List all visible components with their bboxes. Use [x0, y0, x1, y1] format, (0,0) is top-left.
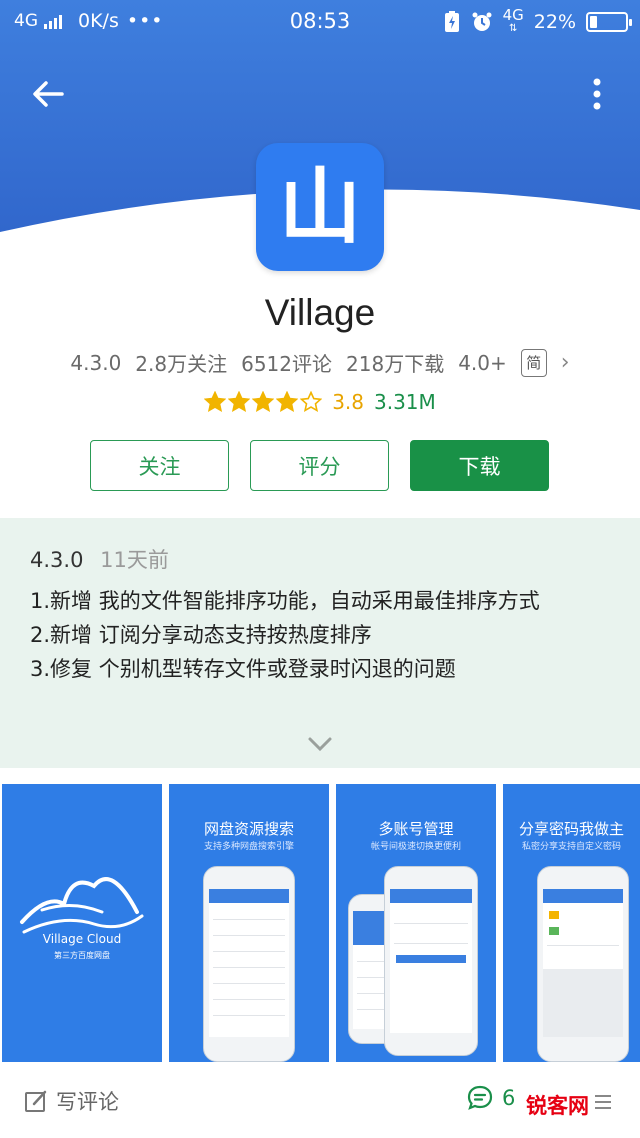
phone-app-bar — [543, 889, 623, 903]
phone-button — [396, 955, 466, 963]
download-button[interactable]: 下载 — [410, 440, 549, 491]
keypad — [543, 969, 623, 1037]
network-right-label: 4G — [502, 6, 524, 24]
rating-count: 3.31M — [374, 390, 436, 414]
phone-row — [213, 919, 285, 920]
app-version: 4.3.0 — [70, 350, 122, 375]
changelog-line: 3.修复 个别机型转存文件或登录时闪退的问题 — [30, 657, 456, 681]
chevron-right-icon: › — [560, 350, 570, 375]
shot-logo-text: Village Cloud — [42, 932, 122, 946]
changelog-body: 1.新增 我的文件智能排序功能，自动采用最佳排序方式 2.新增 订阅分享动态支持… — [30, 584, 620, 686]
watermark: 锐客网 — [520, 1088, 595, 1122]
shot-subtitle: 帐号间极速切换更便利 — [370, 842, 461, 852]
android-requirement: 4.0+ — [458, 350, 507, 375]
comment-icon — [467, 1085, 493, 1110]
battery-icon — [586, 12, 632, 32]
rating-row: 3.8 3.31M — [0, 390, 640, 414]
status-right: 4G ⇅ 22% — [443, 8, 632, 36]
screenshot-4[interactable]: 分享密码我做主 私密分享支持自定义密码 — [503, 784, 640, 1062]
phone-row — [213, 983, 285, 984]
phone-row — [394, 923, 468, 924]
follow-button[interactable]: 关注 — [90, 440, 229, 491]
phone-row — [213, 1015, 285, 1016]
shot-title: 网盘资源搜索 — [203, 820, 294, 838]
network-right: 4G ⇅ — [503, 8, 524, 36]
star-icon — [300, 391, 323, 412]
phone-mockup — [537, 866, 629, 1062]
folder-icon — [549, 911, 559, 919]
language-badge: 简 — [520, 348, 547, 377]
changelog-line: 1.新增 我的文件智能排序功能，自动采用最佳排序方式 — [30, 589, 540, 613]
phone-row — [213, 951, 285, 952]
phone-screen — [390, 889, 472, 1033]
screenshot-1[interactable]: Village Cloud 第三方百度网盘 — [2, 784, 162, 1062]
write-review-label: 写评论 — [56, 1090, 119, 1114]
phone-row — [213, 999, 285, 1000]
app-name: Village — [264, 292, 376, 333]
shot-subtitle: 私密分享支持自定义密码 — [521, 842, 621, 852]
shot-title: 分享密码我做主 — [518, 820, 624, 838]
phone-app-bar — [390, 889, 472, 903]
phone-app-bar — [209, 889, 289, 903]
battery-fill — [590, 16, 597, 28]
app-icon: 山 — [256, 143, 384, 271]
changelog-date: 11天前 — [100, 548, 169, 572]
changelog-line: 2.新增 订阅分享动态支持按热度排序 — [30, 623, 372, 647]
app-downloads: 218万下载 — [346, 352, 445, 376]
more-vert-icon[interactable] — [582, 72, 612, 116]
phone-mockup — [384, 866, 478, 1056]
battery-percent: 22% — [533, 11, 576, 33]
app-followers: 2.8万关注 — [135, 352, 228, 376]
back-arrow-icon[interactable] — [28, 74, 68, 114]
star-icon — [228, 391, 251, 412]
screenshot-3[interactable]: 多账号管理 帐号间极速切换更便利 — [336, 784, 496, 1062]
star-icon — [276, 391, 299, 412]
action-buttons: 关注 评分 下载 — [90, 440, 550, 491]
status-bar: 4G 0K/s ••• 08:53 4G ⇅ 22% — [0, 0, 640, 44]
phone-screen — [209, 889, 289, 1037]
phone-row — [547, 945, 619, 946]
alarm-icon — [472, 12, 492, 31]
screenshot-strip[interactable]: Village Cloud 第三方百度网盘 网盘资源搜索 支持多种网盘搜索引擎 — [0, 784, 640, 1062]
star-rating — [204, 391, 323, 413]
rating-value: 3.8 — [332, 390, 364, 414]
changelog-panel[interactable]: 4.3.0 11天前 1.新增 我的文件智能排序功能，自动采用最佳排序方式 2.… — [0, 518, 640, 768]
charging-icon — [444, 11, 459, 32]
shot-subtitle: 支持多种网盘搜索引擎 — [203, 842, 294, 852]
write-review-button[interactable]: 写评论 — [24, 1086, 119, 1116]
star-icon — [204, 391, 227, 412]
comments-button[interactable]: 6 — [466, 1084, 515, 1112]
star-icon — [252, 391, 275, 412]
app-comments: 6512评论 — [241, 352, 333, 376]
phone-row — [394, 943, 468, 944]
app-meta-row[interactable]: 4.3.0 2.8万关注 6512评论 218万下载 4.0+ 简 › — [0, 348, 640, 377]
chevron-down-icon[interactable] — [306, 734, 334, 754]
data-arrows-icon: ⇅ — [508, 23, 518, 34]
phone-mockup — [203, 866, 295, 1062]
shot-logo-subtitle: 第三方百度网盘 — [54, 951, 110, 960]
rate-button[interactable]: 评分 — [250, 440, 389, 491]
comment-count: 6 — [502, 1086, 516, 1110]
changelog-header: 4.3.0 11天前 — [30, 544, 169, 574]
changelog-version: 4.3.0 — [30, 548, 84, 572]
edit-icon — [25, 1090, 47, 1112]
shot-title: 多账号管理 — [378, 820, 454, 838]
screenshot-2[interactable]: 网盘资源搜索 支持多种网盘搜索引擎 — [169, 784, 329, 1062]
phone-screen — [543, 889, 623, 1037]
phone-row — [213, 935, 285, 936]
phone-row — [213, 967, 285, 968]
menu-icon[interactable] — [594, 1094, 612, 1110]
app-detail-page: 4G 0K/s ••• 08:53 4G ⇅ 22% 山 Village 4.3… — [0, 0, 640, 1138]
app-icon-glyph: 山 — [278, 159, 361, 255]
file-icon — [549, 927, 559, 935]
